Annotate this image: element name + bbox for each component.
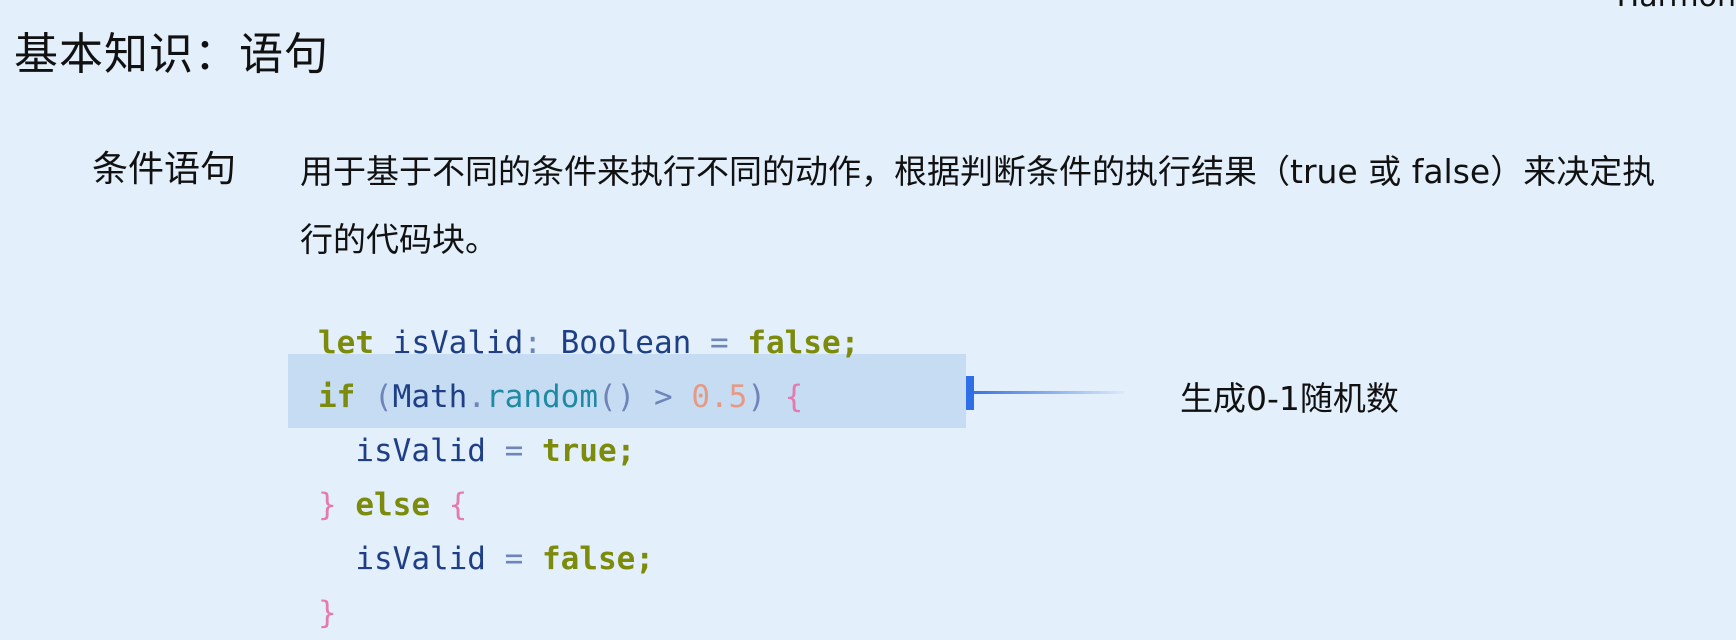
code-token: : bbox=[523, 325, 542, 361]
section-label: 条件语句 bbox=[92, 149, 237, 190]
code-token: false bbox=[747, 325, 841, 361]
code-token: ; bbox=[616, 433, 636, 469]
code-token: { bbox=[784, 379, 804, 415]
pointer-marker bbox=[966, 376, 974, 410]
code-token: isValid bbox=[374, 325, 524, 361]
code-token: ; bbox=[840, 325, 860, 361]
code-token: let bbox=[318, 325, 374, 361]
code-token: . bbox=[467, 379, 486, 415]
code-token: ( bbox=[374, 379, 393, 415]
code-token: = bbox=[504, 433, 524, 469]
code-token: true bbox=[541, 433, 617, 469]
code-token: else bbox=[355, 487, 430, 523]
code-token: = bbox=[709, 325, 729, 361]
code-token: ) bbox=[747, 379, 766, 415]
code-token: isValid bbox=[318, 541, 505, 577]
code-token: > bbox=[635, 379, 692, 415]
code-block: let isValid: Boolean = false; if (Math.ra… bbox=[318, 316, 859, 640]
code-token: isValid bbox=[318, 433, 505, 469]
code-token: () bbox=[597, 379, 636, 415]
code-annotation: 生成0-1随机数 bbox=[1180, 379, 1399, 418]
code-token: } bbox=[318, 595, 337, 631]
code-line: isValid = true; bbox=[318, 424, 859, 478]
code-token: ; bbox=[635, 541, 654, 577]
code-token: { bbox=[448, 487, 468, 523]
code-line: isValid = false; bbox=[318, 532, 859, 586]
section-description: 用于基于不同的条件来执行不同的动作，根据判断条件的执行结果（true 或 fal… bbox=[300, 152, 1656, 259]
code-token: Boolean bbox=[541, 325, 710, 361]
code-token: 0.5 bbox=[691, 379, 748, 415]
code-token: if bbox=[318, 379, 356, 415]
code-token: = bbox=[504, 541, 524, 577]
code-token: } bbox=[318, 487, 337, 523]
code-line: let isValid: Boolean = false; bbox=[318, 316, 859, 370]
pointer-line bbox=[974, 391, 1124, 394]
code-line: if (Math.random() > 0.5) { bbox=[318, 370, 859, 424]
code-token: false bbox=[541, 541, 636, 577]
code-token: random bbox=[486, 379, 598, 415]
corner-watermark-text: Harmon bbox=[1617, 0, 1736, 12]
page-title: 基本知识：语句 bbox=[14, 29, 329, 80]
code-token: Math bbox=[392, 379, 468, 415]
code-line: } else { bbox=[318, 478, 859, 532]
code-line: } bbox=[318, 586, 859, 640]
